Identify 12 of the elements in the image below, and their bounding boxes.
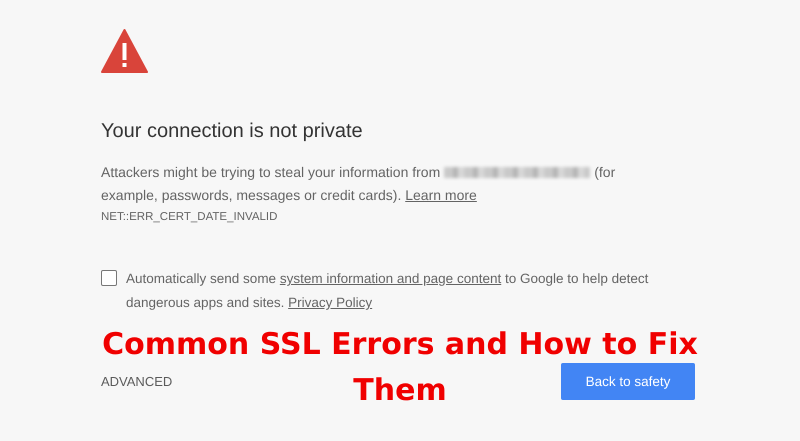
learn-more-link[interactable]: Learn more [405, 187, 477, 203]
overlay-title-line: Them [353, 372, 447, 410]
back-to-safety-button[interactable]: Back to safety [561, 363, 695, 400]
warning-message: Attackers might be trying to steal your information from (for example, passwords, messages or credit cards). Learn more [101, 163, 616, 205]
checkbox-label: Automatically send some system information and page content to Google to help detect dangerous apps and sites. Privacy Policy [126, 270, 650, 312]
checkbox[interactable] [101, 270, 117, 286]
overlay-title-line: Common SSL Errors and How to Fix [102, 326, 698, 364]
error-code: NET::ERR_CERT_DATE_INVALID [101, 211, 278, 223]
system-info-link[interactable]: system information and page content [280, 271, 502, 286]
privacy-policy-link[interactable]: Privacy Policy [288, 295, 372, 310]
advanced-button[interactable]: ADVANCED [101, 374, 172, 389]
page-heading: Your connection is not private [101, 120, 364, 143]
